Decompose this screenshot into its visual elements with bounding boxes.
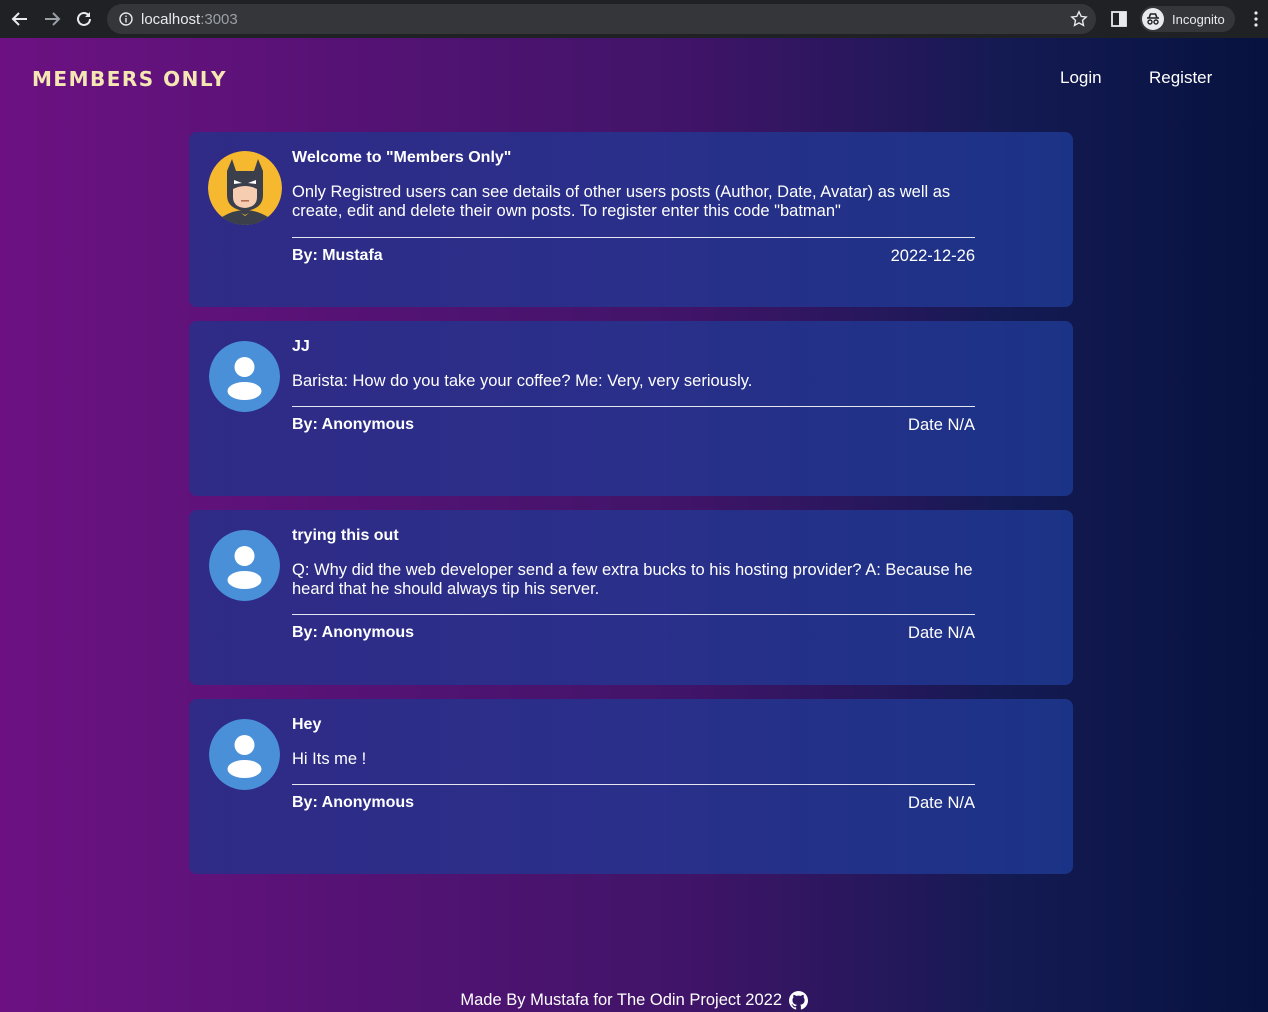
- url-host: localhost: [141, 10, 201, 28]
- post-author: By: Mustafa: [292, 247, 383, 264]
- user-avatar-icon: [209, 719, 280, 790]
- post-divider: [292, 237, 975, 238]
- post-card: Hey Hi Its me ! By: Anonymous Date N/A: [189, 699, 1073, 874]
- bookmark-star-icon[interactable]: [1070, 10, 1088, 28]
- post-card: Welcome to "Members Only" Only Registred…: [189, 132, 1073, 307]
- footer-text: Made By Mustafa for The Odin Project 202…: [460, 991, 783, 1010]
- site-footer: Made By Mustafa for The Odin Project 202…: [0, 991, 1268, 1010]
- github-icon[interactable]: [788, 991, 808, 1010]
- post-card: trying this out Q: Why did the web devel…: [189, 510, 1073, 685]
- post-title: JJ: [292, 338, 310, 355]
- post-date: Date N/A: [908, 416, 975, 434]
- browser-toolbar: localhost:3003 Incognito: [0, 0, 1268, 38]
- reload-icon: [77, 11, 91, 26]
- register-link[interactable]: Register: [1149, 68, 1212, 88]
- post-author: By: Anonymous: [292, 624, 415, 641]
- batman-avatar: [208, 151, 282, 225]
- post-divider: [292, 784, 975, 785]
- post-title: trying this out: [292, 527, 399, 544]
- reload-button[interactable]: [68, 3, 100, 35]
- post-title: Hey: [292, 716, 322, 733]
- url-text: localhost:3003: [141, 11, 238, 28]
- incognito-label: Incognito: [1172, 11, 1225, 27]
- post-date: Date N/A: [908, 624, 975, 642]
- site-logo[interactable]: MEMBERS ONLY: [32, 67, 227, 91]
- arrow-left-icon: [11, 12, 27, 26]
- address-bar[interactable]: localhost:3003: [107, 4, 1096, 34]
- arrow-right-icon: [45, 12, 61, 26]
- post-body: Only Registred users can see details of …: [292, 183, 951, 220]
- incognito-icon: [1142, 8, 1164, 30]
- back-button[interactable]: [4, 3, 36, 35]
- post-author: By: Anonymous: [292, 416, 415, 433]
- post-title: Welcome to "Members Only": [292, 149, 512, 166]
- post-divider: [292, 406, 975, 407]
- post-date: 2022-12-26: [890, 247, 975, 265]
- user-avatar-icon: [209, 530, 280, 601]
- post-body: Hi Its me !: [292, 750, 367, 768]
- post-date: Date N/A: [908, 794, 975, 812]
- side-panel-icon[interactable]: [1110, 10, 1128, 28]
- post-body: Barista: How do you take your coffee? Me…: [292, 372, 753, 390]
- post-author: By: Anonymous: [292, 794, 415, 811]
- post-card: JJ Barista: How do you take your coffee?…: [189, 321, 1073, 496]
- site-header: MEMBERS ONLY Login Register: [0, 38, 1268, 118]
- login-link[interactable]: Login: [1060, 68, 1102, 88]
- incognito-badge[interactable]: Incognito: [1140, 6, 1235, 32]
- info-icon[interactable]: [119, 12, 133, 26]
- post-body: Q: Why did the web developer send a few …: [292, 561, 973, 598]
- forward-button[interactable]: [36, 3, 68, 35]
- post-divider: [292, 614, 975, 615]
- more-menu-icon[interactable]: [1248, 10, 1264, 28]
- user-avatar-icon: [209, 341, 280, 412]
- page-content: MEMBERS ONLY Login Register Welcome to "…: [0, 38, 1268, 1012]
- url-port: :3003: [200, 10, 238, 28]
